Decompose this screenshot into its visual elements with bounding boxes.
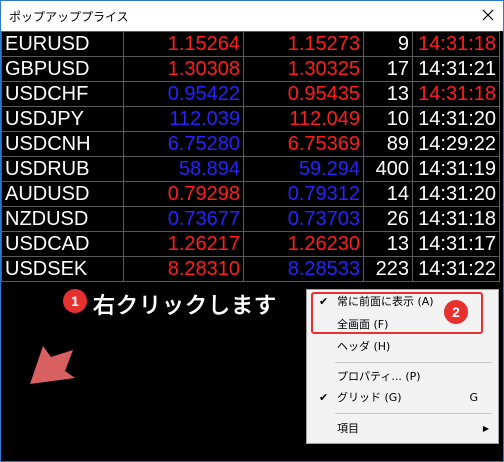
menu-item-label: ヘッダ (H): [337, 340, 391, 353]
time-cell: 14:31:20: [412, 106, 500, 132]
time-cell: 14:31:18: [412, 206, 500, 232]
quote-row[interactable]: NZDUSD 0.73677 0.73703 26 14:31:18: [1, 206, 500, 232]
symbol-cell: USDRUB: [1, 156, 124, 182]
symbol-cell: USDSEK: [1, 256, 124, 282]
menu-item-label: 項目: [337, 422, 359, 435]
symbol-cell: NZDUSD: [1, 206, 124, 232]
symbol-cell: USDCNH: [1, 131, 124, 157]
menu-item-properties[interactable]: プロパティ... (P): [307, 368, 498, 386]
bid-cell: 0.73677: [123, 206, 244, 232]
step-1-badge: 1: [63, 289, 87, 313]
count-cell: 400: [363, 156, 413, 182]
step-1-instruction: 右クリックします: [93, 294, 278, 319]
ask-cell: 6.75369: [243, 131, 364, 157]
bid-cell: 1.15264: [123, 31, 244, 57]
window-title: ポップアッププライス: [9, 10, 129, 24]
menu-item-items[interactable]: 項目 ▶: [307, 420, 498, 438]
quote-row[interactable]: USDRUB 58.894 59.294 400 14:31:19: [1, 156, 500, 182]
count-cell: 89: [363, 131, 413, 157]
symbol-cell: AUDUSD: [1, 181, 124, 207]
quote-row[interactable]: USDJPY 112.039 112.049 10 14:31:20: [1, 106, 500, 132]
time-cell: 14:31:19: [412, 156, 500, 182]
quote-row[interactable]: USDCHF 0.95422 0.95435 13 14:31:18: [1, 81, 500, 107]
bid-cell: 0.79298: [123, 181, 244, 207]
ask-cell: 0.79312: [243, 181, 364, 207]
ask-cell: 1.15273: [243, 31, 364, 57]
close-button[interactable]: [475, 4, 501, 26]
bid-cell: 112.039: [123, 106, 244, 132]
bid-cell: 58.894: [123, 156, 244, 182]
ask-cell: 1.26230: [243, 231, 364, 257]
step-2-badge: 2: [444, 300, 468, 324]
menu-item-header[interactable]: ヘッダ (H): [307, 338, 498, 356]
check-icon: ✔: [319, 391, 329, 404]
close-icon: [482, 9, 494, 21]
count-cell: 223: [363, 256, 413, 282]
count-cell: 17: [363, 56, 413, 82]
quote-row[interactable]: USDSEK 8.28310 8.28533 223 14:31:22: [1, 256, 500, 282]
quote-row[interactable]: USDCAD 1.26217 1.26230 13 14:31:17: [1, 231, 500, 257]
ask-cell: 1.30325: [243, 56, 364, 82]
bid-cell: 0.95422: [123, 81, 244, 107]
pointer-arrow-icon: [30, 346, 75, 384]
ask-cell: 112.049: [243, 106, 364, 132]
time-cell: 14:29:22: [412, 131, 500, 157]
menu-separator: [335, 362, 492, 363]
symbol-cell: USDCAD: [1, 231, 124, 257]
time-cell: 14:31:18: [412, 31, 500, 57]
quotes-table: EURUSD 1.15264 1.15273 9 14:31:18 GBPUSD 1.303…: [1, 31, 500, 282]
time-cell: 14:31:20: [412, 181, 500, 207]
menu-separator: [335, 413, 492, 414]
count-cell: 10: [363, 106, 413, 132]
bid-cell: 6.75280: [123, 131, 244, 157]
count-cell: 13: [363, 231, 413, 257]
symbol-cell: USDJPY: [1, 106, 124, 132]
bid-cell: 1.30308: [123, 56, 244, 82]
quote-row[interactable]: GBPUSD 1.30308 1.30325 17 14:31:21: [1, 56, 500, 82]
time-cell: 14:31:17: [412, 231, 500, 257]
ask-cell: 0.95435: [243, 81, 364, 107]
submenu-arrow-icon: ▶: [482, 424, 489, 433]
menu-item-label: グリッド (G): [337, 391, 402, 404]
title-bar[interactable]: ポップアッププライス: [1, 1, 503, 31]
ask-cell: 59.294: [243, 156, 364, 182]
time-cell: 14:31:22: [412, 256, 500, 282]
time-cell: 14:31:21: [412, 56, 500, 82]
count-cell: 26: [363, 206, 413, 232]
symbol-cell: EURUSD: [1, 31, 124, 57]
symbol-cell: USDCHF: [1, 81, 124, 107]
menu-item-shortcut: G: [469, 391, 478, 404]
symbol-cell: GBPUSD: [1, 56, 124, 82]
quote-row[interactable]: AUDUSD 0.79298 0.79312 14 14:31:20: [1, 181, 500, 207]
ask-cell: 0.73703: [243, 206, 364, 232]
time-cell: 14:31:18: [412, 81, 500, 107]
count-cell: 14: [363, 181, 413, 207]
menu-item-label: プロパティ... (P): [337, 370, 421, 383]
count-cell: 13: [363, 81, 413, 107]
quote-row[interactable]: USDCNH 6.75280 6.75369 89 14:29:22: [1, 131, 500, 157]
bid-cell: 8.28310: [123, 256, 244, 282]
count-cell: 9: [363, 31, 413, 57]
bid-cell: 1.26217: [123, 231, 244, 257]
quote-row[interactable]: EURUSD 1.15264 1.15273 9 14:31:18: [1, 31, 500, 57]
ask-cell: 8.28533: [243, 256, 364, 282]
menu-item-grid[interactable]: ✔ グリッド (G) G: [307, 389, 498, 407]
